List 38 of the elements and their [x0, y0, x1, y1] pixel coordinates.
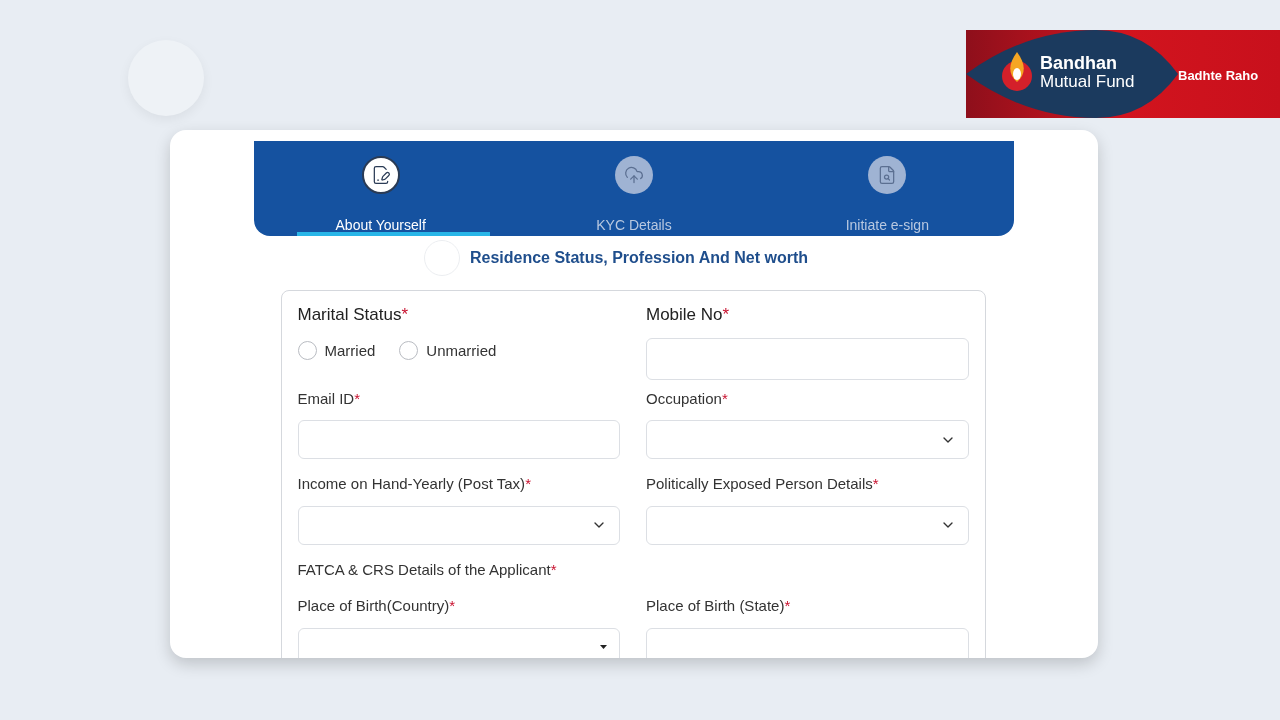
radio-option[interactable]: Unmarried: [399, 339, 497, 362]
field-label: Politically Exposed Person Details: [646, 474, 873, 494]
field-label: Place of Birth (State): [646, 596, 785, 616]
required-mark: *: [784, 596, 791, 616]
required-mark: *: [721, 388, 728, 409]
field-label: Income on Hand-Yearly (Post Tax): [297, 474, 526, 494]
field-label: FATCA & CRS Details of the Applicant: [297, 559, 551, 580]
step-icon: [615, 156, 653, 194]
brand-name: Bandhan: [1040, 54, 1117, 72]
step-icon: [868, 156, 907, 194]
step-tab[interactable]: About Yourself: [254, 141, 508, 236]
field-label: Mobile No: [646, 304, 723, 326]
caret-down-icon: [600, 645, 607, 649]
required-mark: *: [449, 596, 456, 616]
select-field[interactable]: [297, 505, 620, 545]
required-mark: *: [722, 304, 730, 326]
input-field[interactable]: [297, 420, 620, 459]
field-label: Place of Birth(Country): [297, 596, 450, 616]
field-label: Email ID: [297, 388, 355, 409]
field-label: Occupation: [646, 388, 722, 409]
required-mark: *: [401, 304, 409, 326]
select-field[interactable]: [297, 627, 620, 658]
step-tab[interactable]: KYC Details: [507, 141, 761, 236]
input-field[interactable]: [646, 337, 969, 380]
field-label: Marital Status: [297, 304, 402, 326]
select-field[interactable]: [646, 420, 969, 459]
required-mark: *: [550, 559, 557, 580]
required-mark: *: [525, 474, 531, 494]
tagline: Badhte Raho: [1178, 67, 1259, 85]
brand-name: Mutual Fund: [1040, 73, 1135, 91]
section-title: Residence Status, Profession And Net worth: [469, 248, 809, 268]
step-tab[interactable]: Initiate e-sign: [760, 141, 1014, 236]
required-mark: *: [872, 474, 879, 494]
radio-option[interactable]: Married: [297, 339, 376, 362]
step-icon: [361, 156, 400, 194]
required-mark: *: [354, 388, 361, 409]
select-field[interactable]: [646, 505, 969, 545]
input-field[interactable]: [646, 627, 969, 658]
